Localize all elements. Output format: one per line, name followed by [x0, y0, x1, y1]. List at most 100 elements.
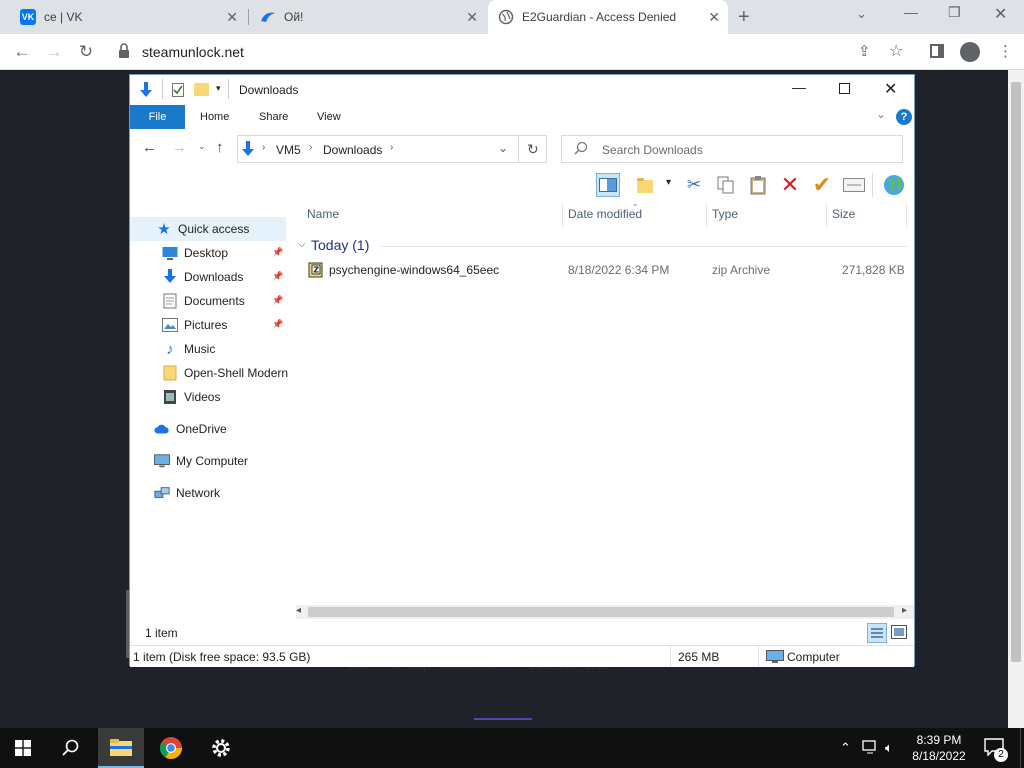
tab-oops[interactable]: Ой! ✕: [250, 0, 486, 34]
reload-icon[interactable]: ↻: [76, 42, 96, 62]
chrome-icon[interactable]: [148, 728, 194, 768]
details-view-icon[interactable]: [867, 623, 887, 643]
pin-icon[interactable]: 📌: [272, 247, 283, 258]
nav-open-shell[interactable]: Open-Shell Modern: [162, 362, 288, 384]
chevron-down-icon[interactable]: ⌄: [856, 6, 867, 22]
column-header-date[interactable]: Date modified: [568, 207, 642, 221]
close-tab-icon[interactable]: ✕: [226, 9, 238, 26]
nav-network[interactable]: Network: [154, 482, 220, 504]
scroll-right-icon[interactable]: ▸: [902, 605, 907, 616]
qat-dropdown-icon[interactable]: ▾: [216, 83, 221, 94]
column-header-type[interactable]: Type: [712, 207, 738, 221]
horizontal-scrollbar[interactable]: ◂ ▸: [296, 605, 914, 619]
nav-my-computer[interactable]: My Computer: [154, 450, 248, 472]
address-box[interactable]: › VM5 › Downloads › ⌄ ↻: [237, 135, 547, 163]
up-icon[interactable]: ↑: [216, 139, 224, 156]
nav-pictures[interactable]: Pictures: [162, 314, 227, 336]
column-header-name[interactable]: Name: [307, 207, 339, 221]
table-row[interactable]: Z psychengine-windows64_65eec 8/18/2022 …: [296, 259, 908, 281]
scroll-left-icon[interactable]: ◂: [296, 605, 301, 616]
pin-icon[interactable]: 📌: [272, 271, 283, 282]
tab-vk[interactable]: VK ce | VK ✕: [10, 0, 246, 34]
navigation-pane: ★ Quick access Desktop 📌 Downloads 📌 Doc…: [130, 205, 290, 605]
minimize-icon[interactable]: —: [904, 4, 918, 20]
new-tab-icon[interactable]: +: [738, 6, 750, 29]
breadcrumb-vm5[interactable]: VM5: [276, 143, 301, 157]
minimize-icon[interactable]: —: [792, 79, 806, 95]
rename-check-icon[interactable]: ✔: [810, 172, 834, 197]
search-icon[interactable]: [48, 728, 94, 768]
menu-icon[interactable]: ⋮: [998, 42, 1013, 60]
star-icon[interactable]: ☆: [889, 41, 903, 61]
page-link[interactable]: [474, 718, 532, 720]
close-window-icon[interactable]: ✕: [994, 4, 1007, 24]
volume-icon[interactable]: 🔈︎: [885, 740, 893, 756]
nav-quick-access[interactable]: ★ Quick access: [156, 218, 249, 240]
forward-icon[interactable]: →: [44, 42, 64, 62]
cut-icon[interactable]: ✂: [682, 173, 706, 197]
page-scroll-thumb[interactable]: [1011, 82, 1021, 662]
paste-icon[interactable]: [746, 173, 770, 197]
maximize-icon[interactable]: [839, 83, 850, 94]
new-item-icon[interactable]: [634, 173, 658, 197]
tab-share[interactable]: Share: [259, 105, 288, 129]
tab-file[interactable]: File: [130, 105, 185, 129]
refresh-icon[interactable]: ↻: [527, 141, 539, 158]
help-icon[interactable]: ?: [896, 109, 912, 125]
show-desktop-button[interactable]: [1020, 728, 1024, 768]
large-icons-view-icon[interactable]: [891, 625, 907, 642]
tab-e2guardian[interactable]: E2Guardian - Access Denied ✕: [488, 0, 728, 34]
download-arrow-icon[interactable]: [138, 81, 154, 102]
nav-documents[interactable]: Documents: [162, 290, 245, 312]
recent-locations-icon[interactable]: ⌄: [198, 141, 206, 152]
preview-pane-icon[interactable]: [596, 173, 620, 197]
computer-icon: [154, 453, 170, 469]
group-header[interactable]: Today (1): [311, 237, 369, 253]
nav-desktop[interactable]: Desktop: [162, 242, 228, 264]
new-item-dropdown-icon[interactable]: ▾: [666, 177, 671, 188]
properties-icon[interactable]: [172, 83, 184, 97]
expand-ribbon-icon[interactable]: ⌄: [876, 107, 886, 121]
pin-icon[interactable]: 📌: [272, 319, 283, 330]
breadcrumb-downloads[interactable]: Downloads: [323, 143, 382, 157]
close-tab-icon[interactable]: ✕: [466, 9, 478, 26]
properties-panel-icon[interactable]: [842, 173, 866, 197]
delete-icon[interactable]: ✕: [778, 172, 802, 197]
side-panel-icon[interactable]: [930, 44, 944, 58]
nav-downloads[interactable]: Downloads: [162, 266, 243, 288]
chevron-up-icon[interactable]: ⌃: [840, 740, 851, 756]
network-icon: [154, 485, 170, 501]
new-folder-icon[interactable]: [194, 83, 209, 96]
lock-icon[interactable]: [118, 43, 130, 62]
windows-start-icon[interactable]: [0, 728, 46, 768]
profile-icon[interactable]: [960, 42, 980, 62]
copy-icon[interactable]: [714, 173, 738, 197]
horizontal-scroll-thumb[interactable]: [308, 607, 894, 617]
nav-label: Quick access: [178, 222, 250, 236]
group-collapse-icon[interactable]: ⌵: [298, 239, 306, 250]
forward-icon[interactable]: →: [172, 139, 187, 156]
close-tab-icon[interactable]: ✕: [708, 9, 720, 26]
taskbar-clock[interactable]: 8:39 PM 8/18/2022: [906, 732, 972, 764]
address-dropdown-icon[interactable]: ⌄: [498, 141, 508, 155]
search-box[interactable]: Search Downloads: [561, 135, 903, 163]
globe-icon[interactable]: [882, 173, 906, 197]
file-explorer-taskbar-icon[interactable]: [98, 728, 144, 768]
close-icon[interactable]: ✕: [884, 79, 897, 99]
nav-onedrive[interactable]: OneDrive: [154, 418, 227, 440]
network-tray-icon[interactable]: [862, 740, 878, 757]
settings-gear-icon[interactable]: [198, 728, 244, 768]
column-header-size[interactable]: Size: [832, 207, 855, 221]
tab-view[interactable]: View: [317, 105, 341, 129]
tab-home[interactable]: Home: [200, 105, 229, 129]
address-bar[interactable]: steamunlock.net: [142, 44, 244, 60]
share-icon[interactable]: ⇪: [858, 42, 871, 60]
pin-icon[interactable]: 📌: [272, 295, 283, 306]
back-icon[interactable]: ←: [12, 42, 32, 62]
nav-videos[interactable]: Videos: [162, 386, 220, 408]
restore-icon[interactable]: ❐: [948, 4, 961, 21]
back-icon[interactable]: ←: [142, 139, 157, 156]
downloads-icon: [162, 269, 178, 285]
nav-music[interactable]: ♪ Music: [162, 338, 215, 360]
status-total-size: 265 MB: [678, 650, 720, 664]
